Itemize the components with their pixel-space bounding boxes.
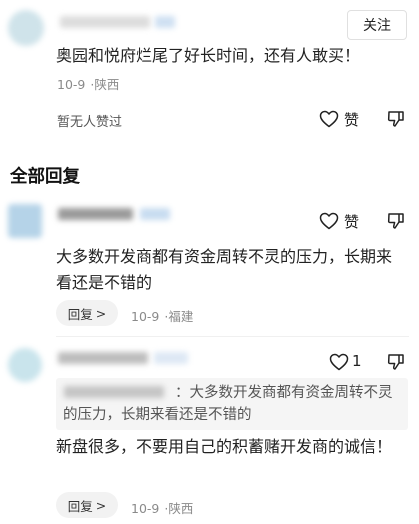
chevron-right-icon: > — [95, 305, 107, 321]
reply-label: 回复 — [67, 498, 93, 514]
avatar[interactable] — [8, 348, 42, 382]
comment-text: 奥园和悦府烂尾了好长时间，还有人敢买！ — [56, 46, 361, 65]
section-title: 全部回复 — [10, 167, 80, 187]
divider — [56, 336, 409, 337]
comment-date: 10-9 — [57, 77, 86, 92]
avatar[interactable] — [8, 204, 42, 238]
comment-meta: 10-9 ·陕西 — [57, 77, 120, 92]
heart-icon[interactable] — [329, 353, 349, 371]
quoted-reply-text: ：大多数开发商都有资金周转不灵的压力，长期来看还是不错的 — [63, 385, 393, 423]
reply-text: 新盘很多，不要用自己的积蓄赌开发商的诚信！ — [56, 437, 393, 456]
follow-label: 关注 — [363, 18, 391, 34]
reply-button[interactable]: 回复 > — [56, 492, 118, 518]
like-label[interactable]: 赞 — [344, 109, 359, 130]
comment-region: 陕西 — [94, 77, 120, 92]
thumbs-down-icon[interactable] — [387, 110, 405, 128]
user-badge-redacted — [155, 16, 175, 28]
like-label[interactable]: 赞 — [344, 211, 359, 232]
user-badge-redacted — [140, 208, 170, 220]
avatar[interactable] — [8, 10, 44, 46]
username-redacted[interactable] — [60, 16, 150, 28]
reply-meta: 10-9 ·福建 — [131, 309, 194, 324]
chevron-right-icon: > — [95, 497, 107, 513]
quoted-reply[interactable]: ：大多数开发商都有资金周转不灵的压力，长期来看还是不错的 — [56, 378, 408, 430]
follow-button[interactable]: 关注 — [347, 10, 407, 40]
reply-meta: 10-9 ·陕西 — [131, 501, 194, 516]
reply-region: 陕西 — [168, 501, 194, 516]
reply-text: 大多数开发商都有资金周转不灵的压力，长期来看还是不错的 — [56, 247, 393, 292]
heart-icon[interactable] — [319, 110, 339, 128]
username-redacted[interactable] — [58, 352, 148, 364]
like-count[interactable]: 1 — [352, 352, 362, 370]
reply-button[interactable]: 回复 > — [56, 300, 118, 326]
user-badge-redacted — [154, 352, 188, 364]
reply-date: 10-9 — [131, 309, 160, 324]
thumbs-down-icon[interactable] — [387, 212, 405, 230]
heart-icon[interactable] — [319, 212, 339, 230]
reply-region: 福建 — [168, 309, 194, 324]
username-redacted[interactable] — [58, 208, 133, 220]
no-likes-text: 暂无人赞过 — [57, 115, 123, 130]
thumbs-down-icon[interactable] — [387, 353, 405, 371]
reply-label: 回复 — [67, 306, 93, 322]
reply-date: 10-9 — [131, 501, 160, 516]
